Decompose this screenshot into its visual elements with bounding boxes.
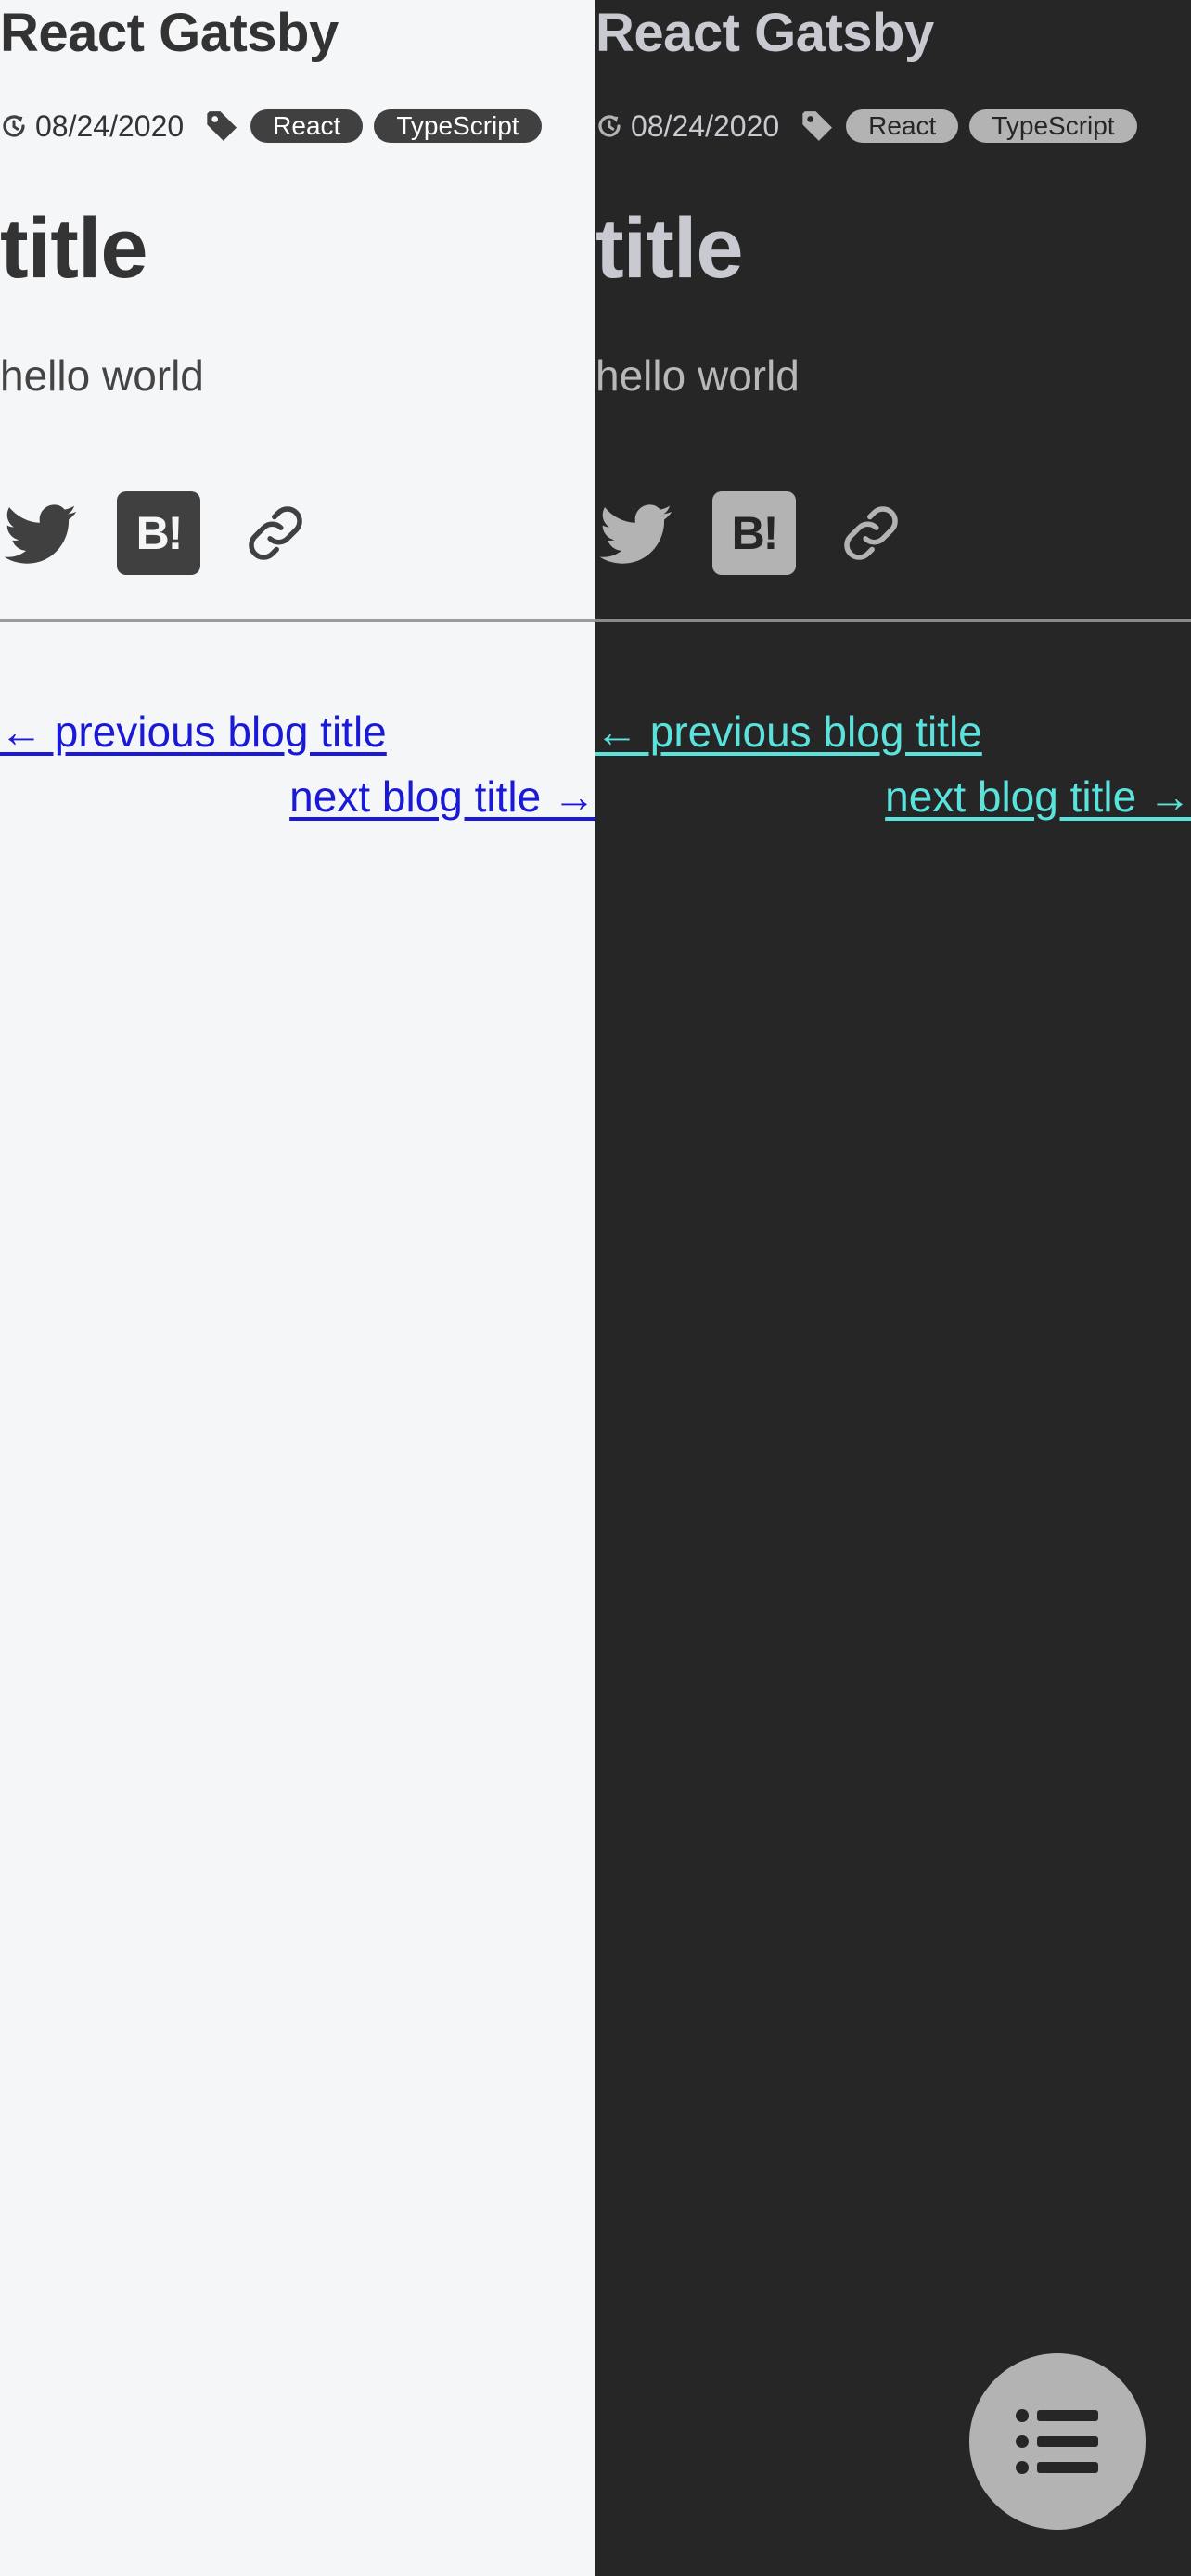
hatena-bookmark-icon[interactable]: B! [117, 491, 200, 575]
previous-post-link[interactable]: ← previous blog title [0, 707, 387, 757]
post-body: hello world [596, 351, 800, 400]
tag-react[interactable]: React [250, 109, 364, 143]
twitter-icon[interactable] [4, 504, 78, 566]
tag-icon [204, 108, 241, 145]
list-icon [1016, 2409, 1098, 2474]
toc-button[interactable] [969, 2353, 1146, 2530]
share-buttons: B! [0, 491, 371, 577]
post-meta: 08/24/2020 React TypeScript [596, 104, 1148, 148]
light-theme-panel: React Gatsby 08/24/2020 React TypeScript… [0, 0, 596, 2576]
next-post-link[interactable]: next blog title → [885, 772, 1191, 822]
divider [0, 619, 596, 622]
post-title: title [0, 201, 148, 296]
link-icon[interactable] [839, 501, 903, 566]
clock-icon [0, 112, 28, 140]
divider [596, 619, 1191, 622]
post-date: 08/24/2020 [631, 108, 780, 143]
tag-typescript[interactable]: TypeScript [374, 109, 542, 143]
post-meta: 08/24/2020 React TypeScript [0, 104, 553, 148]
dark-theme-panel: React Gatsby 08/24/2020 React TypeScript… [596, 0, 1191, 2576]
hatena-bookmark-icon[interactable]: B! [712, 491, 796, 575]
theme-comparison: React Gatsby 08/24/2020 React TypeScript… [0, 0, 1191, 2576]
tag-icon [800, 108, 837, 145]
site-title[interactable]: React Gatsby [596, 2, 934, 64]
post-body: hello world [0, 351, 204, 400]
twitter-icon[interactable] [599, 504, 673, 566]
previous-post-link[interactable]: ← previous blog title [596, 707, 982, 757]
share-buttons: B! [596, 491, 967, 577]
tag-typescript[interactable]: TypeScript [969, 109, 1137, 143]
site-title[interactable]: React Gatsby [0, 2, 339, 64]
post-date: 08/24/2020 [35, 108, 185, 143]
next-post-link[interactable]: next blog title → [289, 772, 596, 822]
tag-react[interactable]: React [846, 109, 959, 143]
clock-icon [596, 112, 623, 140]
post-title: title [596, 201, 744, 296]
link-icon[interactable] [243, 501, 308, 566]
